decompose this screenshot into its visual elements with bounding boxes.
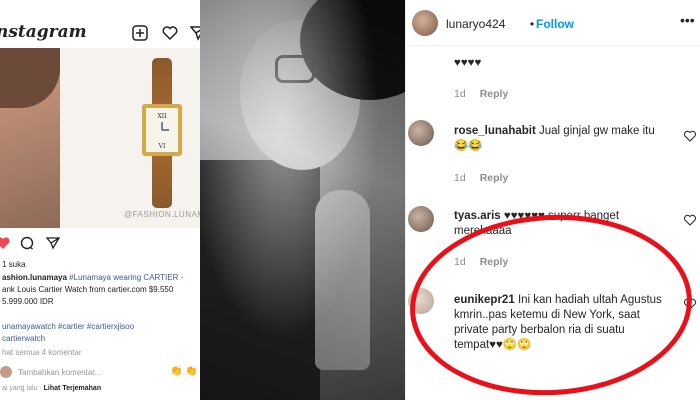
likes-count: 1 suka — [2, 260, 26, 269]
watermark: @FASHION.LUNAMAYA — [124, 210, 200, 219]
instagram-header: nstagram — [0, 0, 200, 46]
direct-message-icon[interactable] — [190, 25, 200, 41]
user-avatar[interactable] — [412, 10, 438, 36]
comment-like-heart-icon[interactable] — [684, 214, 696, 226]
reply-button[interactable]: Reply — [480, 88, 509, 100]
comment-meta: 1d Reply — [454, 172, 509, 184]
caption-username[interactable]: ashion.lunamaya — [2, 273, 67, 282]
hashtags-line-1[interactable]: unamayawatch #cartier #cartierxjisoo — [2, 322, 134, 331]
svg-text:VI: VI — [158, 143, 166, 150]
middle-portrait-photo — [200, 0, 405, 400]
commenter-avatar[interactable] — [408, 288, 434, 314]
see-translation-link[interactable]: Lihat Terjemahan — [44, 385, 101, 392]
header-separator: • — [530, 17, 535, 31]
instagram-logo: nstagram — [0, 22, 87, 42]
comment-meta: 1d Reply — [454, 88, 509, 100]
svg-text:XII: XII — [157, 113, 167, 120]
view-all-comments-link[interactable]: hat semua 4 komentar — [2, 348, 82, 357]
avatar — [0, 366, 12, 378]
commenter-avatar[interactable] — [408, 206, 434, 232]
share-icon[interactable] — [46, 236, 60, 250]
header-username[interactable]: lunaryo424 — [446, 17, 505, 31]
woman-photo — [0, 48, 60, 228]
like-heart-filled-icon[interactable] — [0, 236, 10, 250]
timestamp-line: ai yang lalu · Lihat Terjemahan — [2, 385, 102, 392]
reply-button[interactable]: Reply — [480, 256, 509, 268]
hashtags-line-2[interactable]: cartierwatch — [2, 334, 45, 343]
comment-like-heart-icon[interactable] — [684, 298, 696, 310]
left-instagram-post-panel: nstagram XIIVI @FASHION.LUNAMAYA 1 suka … — [0, 0, 200, 400]
emoji-icons[interactable]: 👏 👏 — [170, 366, 198, 377]
follow-button[interactable]: Follow — [536, 17, 574, 31]
photo-shading — [200, 0, 405, 400]
reply-button[interactable]: Reply — [480, 172, 509, 184]
heart-icon[interactable] — [162, 25, 178, 41]
comment-username[interactable]: eunikepr21 — [454, 294, 515, 306]
comment-like-heart-icon[interactable] — [684, 130, 696, 142]
comment-text: tyas.aris ♥♥♥♥♥♥ superr banget merekaaaa — [454, 210, 620, 237]
commenter-avatar[interactable] — [408, 120, 434, 146]
comment-username[interactable]: tyas.aris — [454, 210, 501, 222]
caption-line-2: ank Louis Cartier Watch from cartier.com… — [2, 285, 174, 294]
new-post-icon[interactable] — [132, 25, 148, 41]
comment-meta: 1d Reply — [454, 256, 509, 268]
more-icon[interactable]: ••• — [680, 12, 695, 28]
comment-username[interactable]: rose_lunahabit — [454, 125, 536, 137]
comment-text: ♥♥♥♥ — [454, 57, 482, 69]
comment-text: rose_lunahabit Jual ginjal gw make itu 😂… — [454, 125, 655, 152]
watch-dial: XII VI — [142, 104, 182, 156]
right-comments-panel: lunaryo424 • Follow ••• ♥♥♥♥ 1d Reply ros… — [405, 0, 700, 400]
comment-icon[interactable] — [20, 236, 34, 250]
add-comment-input[interactable]: Tambahkan komentar... — [18, 368, 101, 377]
caption-line-1: ashion.lunamaya #Lunamaya wearing CARTIE… — [2, 273, 184, 282]
post-image: XII VI @FASHION.LUNAMAYA — [0, 48, 200, 228]
post-header: lunaryo424 • Follow ••• — [406, 0, 700, 46]
caption-line-3: 5.999.000 IDR — [2, 297, 54, 306]
comment-text: eunikepr21 Ini kan hadiah ultah Agustus … — [454, 294, 662, 351]
